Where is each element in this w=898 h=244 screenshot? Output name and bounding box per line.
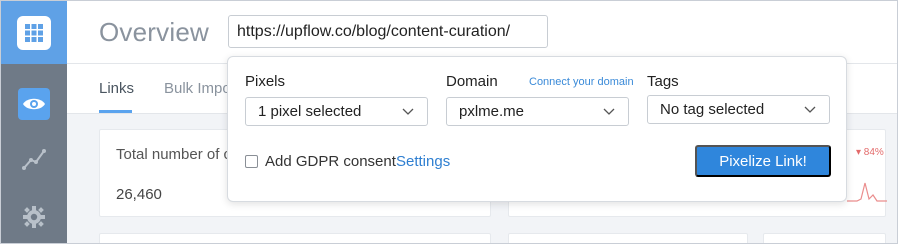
domain-select-value: pxlme.me [459, 103, 525, 120]
url-input[interactable] [228, 15, 548, 48]
eye-icon [23, 98, 45, 110]
trend-badge: ▾ 84% [856, 147, 884, 158]
gdpr-settings-link[interactable]: Settings [396, 153, 450, 170]
connect-domain-link[interactable]: Connect your domain [529, 76, 634, 88]
page-title: Overview [99, 17, 209, 47]
tags-label: Tags [647, 73, 679, 90]
pixels-select[interactable]: 1 pixel selected [245, 97, 428, 126]
domain-label: Domain [446, 73, 498, 90]
sidebar [1, 1, 67, 243]
gdpr-checkbox[interactable] [245, 155, 258, 168]
chevron-down-icon [603, 108, 615, 115]
lower-card-left [99, 233, 491, 243]
logo[interactable] [1, 1, 67, 64]
pixels-select-value: 1 pixel selected [258, 103, 362, 120]
app-window: Overview Links Bulk Impo Total number of… [0, 0, 898, 244]
total-links-label: Total number of c [116, 146, 232, 163]
sidebar-item-analytics[interactable] [18, 143, 50, 175]
pixelize-popover: Pixels 1 pixel selected Domain Connect y… [227, 56, 847, 202]
grid-logo-icon [17, 15, 51, 50]
pixelize-link-button[interactable]: Pixelize Link! [695, 145, 831, 177]
chevron-down-icon [402, 108, 414, 115]
tab-links[interactable]: Links [99, 80, 134, 97]
pixels-label: Pixels [245, 73, 286, 90]
domain-select[interactable]: pxlme.me [446, 97, 629, 126]
gdpr-label: Add GDPR consent [265, 153, 396, 170]
lower-card-middle [508, 233, 748, 243]
sidebar-item-overview[interactable] [18, 88, 50, 120]
tags-select[interactable]: No tag selected [647, 95, 830, 124]
analytics-icon [22, 149, 46, 170]
sparkline [847, 182, 887, 202]
gear-icon [23, 206, 45, 228]
lower-card-right [763, 233, 886, 243]
chevron-down-icon [804, 106, 816, 113]
header: Overview [67, 1, 897, 64]
tags-select-value: No tag selected [660, 101, 765, 118]
total-links-value: 26,460 [116, 186, 162, 203]
sidebar-item-settings[interactable] [18, 201, 50, 233]
tab-bulk-import[interactable]: Bulk Impo [164, 80, 231, 97]
active-tab-indicator [99, 110, 132, 113]
